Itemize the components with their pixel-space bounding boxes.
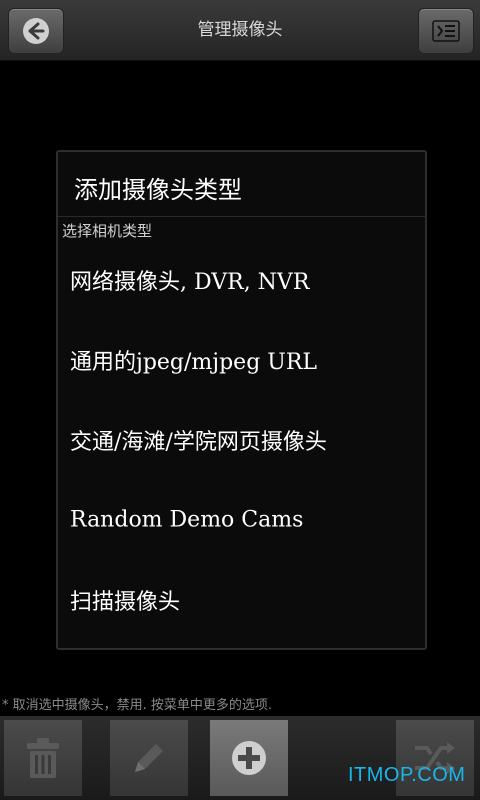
option-label: 交通/海滩/学院网页摄像头 <box>70 430 327 455</box>
edit-button[interactable] <box>110 720 188 796</box>
footnote-hint: * 取消选中摄像头，禁用. 按菜单中更多的选项. <box>2 698 273 713</box>
dialog-subtitle: 选择相机类型 <box>62 222 153 240</box>
option-network-camera[interactable]: 网络摄像头, DVR, NVR <box>58 240 425 320</box>
pencil-icon <box>135 744 163 772</box>
add-camera-dialog: 添加摄像头类型 选择相机类型 网络摄像头, DVR, NVR 通用的jpeg/m… <box>56 150 427 650</box>
option-label: Random Demo Cams <box>70 507 304 533</box>
option-scan-cameras[interactable]: 扫描摄像头 <box>58 560 425 640</box>
option-label: 通用的jpeg/mjpeg URL <box>70 350 317 375</box>
option-webcam-traffic[interactable]: 交通/海滩/学院网页摄像头 <box>58 400 425 480</box>
bottom-toolbar <box>0 716 480 800</box>
page-title: 管理摄像头 <box>197 20 283 40</box>
option-generic-jpeg-url[interactable]: 通用的jpeg/mjpeg URL <box>58 320 425 400</box>
trash-icon <box>27 738 59 778</box>
watermark-logo: ITMOP.COM <box>348 764 466 786</box>
add-button[interactable] <box>210 720 288 796</box>
option-label: 扫描摄像头 <box>70 590 181 615</box>
option-random-demo[interactable]: Random Demo Cams <box>58 480 425 560</box>
delete-button[interactable] <box>4 720 82 796</box>
option-label: 网络摄像头, DVR, NVR <box>70 270 310 295</box>
title-bar: 管理摄像头 <box>0 0 480 61</box>
list-menu-icon <box>432 20 460 42</box>
dialog-title: 添加摄像头类型 <box>74 176 242 204</box>
back-arrow-icon <box>23 18 49 44</box>
menu-button[interactable] <box>418 8 474 54</box>
back-button[interactable] <box>8 8 64 54</box>
dialog-divider <box>58 216 425 217</box>
add-circle-icon <box>232 741 266 775</box>
